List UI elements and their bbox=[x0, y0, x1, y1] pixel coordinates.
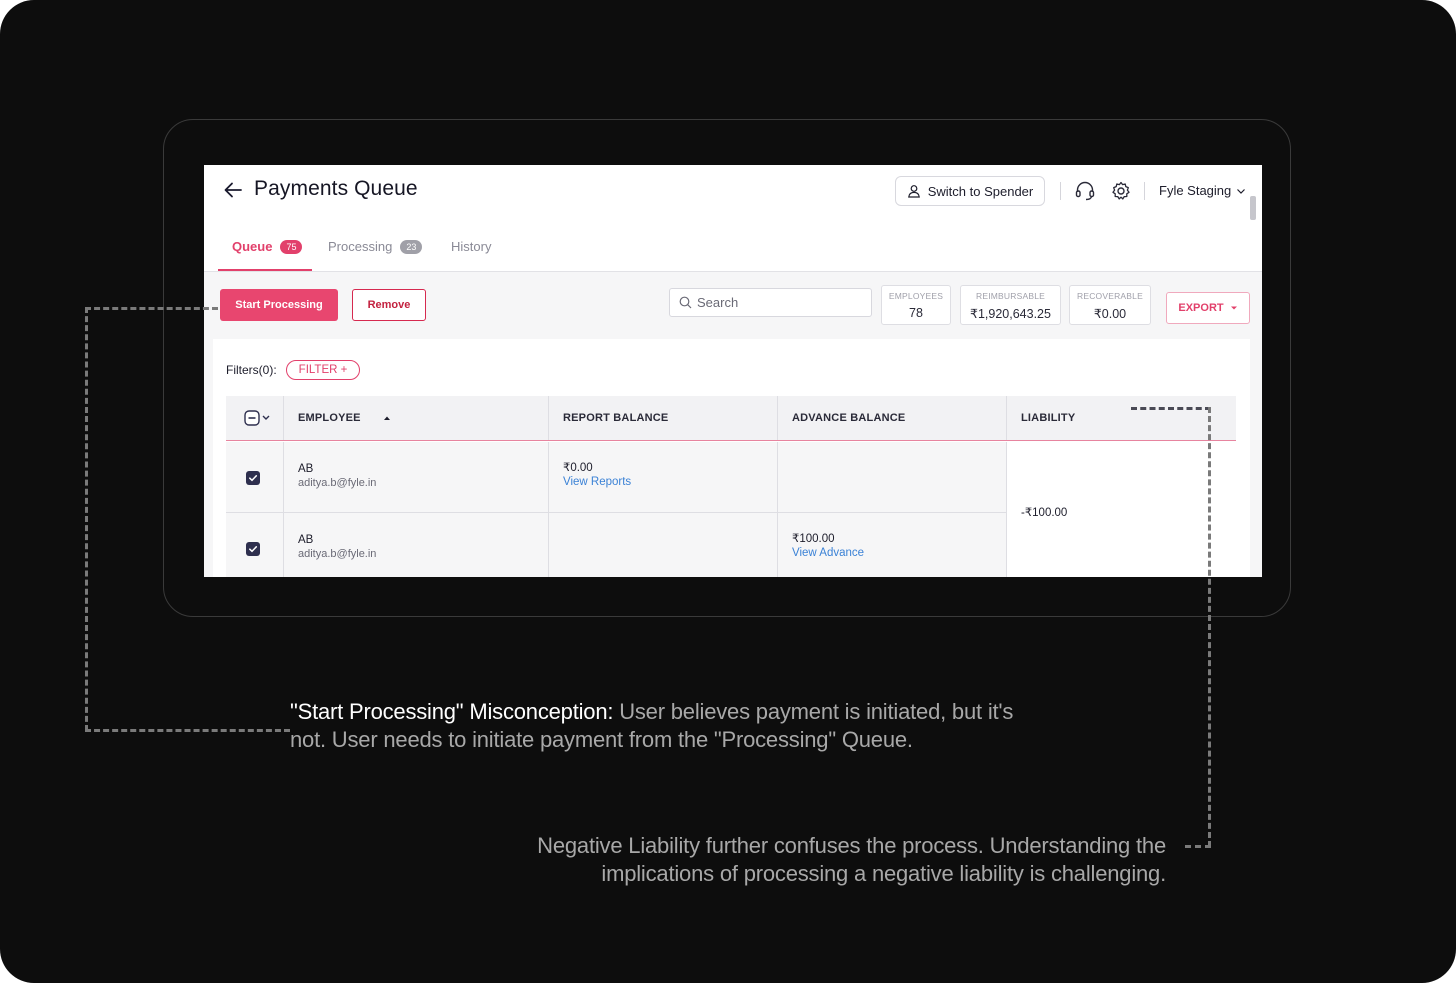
remove-button[interactable]: Remove bbox=[352, 289, 426, 321]
search-placeholder: Search bbox=[697, 295, 739, 310]
table-cell-advance-balance bbox=[778, 442, 1007, 513]
checkmark-icon bbox=[249, 546, 258, 553]
active-tab-indicator bbox=[218, 269, 312, 271]
page-title: Payments Queue bbox=[254, 177, 418, 200]
stat-reimbursable-label: REIMBURSABLE bbox=[975, 291, 1045, 301]
export-button[interactable]: EXPORT bbox=[1166, 292, 1250, 324]
switch-to-spender-label: Switch to Spender bbox=[927, 183, 1034, 199]
switch-to-spender-button[interactable]: Switch to Spender bbox=[895, 176, 1045, 206]
table-cell-employee: AB aditya.b@fyle.in bbox=[284, 513, 549, 577]
table-header: EMPLOYEE REPORT BALANCE ADVANCE BALANCE … bbox=[226, 396, 1236, 441]
tab-history[interactable]: History bbox=[451, 239, 491, 254]
report-balance-value: ₹0.00 bbox=[563, 462, 593, 474]
app-screen: Payments Queue Switch to Spender Fyle St… bbox=[204, 165, 1262, 577]
table-cell-report-balance: ₹0.00 View Reports bbox=[549, 442, 778, 513]
arrow-left-icon[interactable] bbox=[222, 179, 244, 201]
tab-processing-label: Processing bbox=[328, 239, 393, 254]
headset-support-icon[interactable] bbox=[1074, 180, 1096, 202]
tab-queue-label: Queue bbox=[232, 239, 273, 254]
filter-bar: Filters(0): FILTER + bbox=[226, 360, 361, 380]
select-all-cell[interactable] bbox=[226, 396, 284, 440]
stat-reimbursable: REIMBURSABLE ₹1,920,643.25 bbox=[960, 285, 1061, 325]
user-icon bbox=[907, 185, 920, 198]
employee-name: AB bbox=[298, 463, 314, 475]
stat-employees-value: 78 bbox=[909, 306, 923, 320]
filters-label: Filters(0): bbox=[226, 363, 277, 377]
row-checkbox[interactable] bbox=[246, 471, 260, 485]
connector-line bbox=[85, 307, 218, 310]
page-header: Payments Queue Switch to Spender Fyle St… bbox=[204, 165, 1262, 221]
connector-line bbox=[85, 729, 290, 732]
table-cell-report-balance bbox=[549, 513, 778, 577]
stat-recoverable: RECOVERABLE ₹0.00 bbox=[1069, 285, 1151, 325]
annotation-start-processing: "Start Processing" Misconception: User b… bbox=[290, 698, 1190, 754]
liability-value: -₹100.00 bbox=[1021, 507, 1068, 519]
tab-processing-count-badge: 23 bbox=[400, 239, 423, 254]
table-cell-liability: -₹100.00 bbox=[1007, 442, 1236, 577]
table-row-checkbox-cell bbox=[226, 513, 284, 577]
stat-recoverable-label: RECOVERABLE bbox=[1077, 291, 1143, 301]
annotation-negative-liability: Negative Liability further confuses the … bbox=[420, 832, 1166, 888]
connector-line bbox=[85, 307, 88, 731]
annotation-text: User believes payment is initiated, but … bbox=[613, 699, 1014, 724]
employee-email: aditya.b@fyle.in bbox=[298, 477, 377, 489]
employee-email: aditya.b@fyle.in bbox=[298, 548, 377, 560]
row-checkbox[interactable] bbox=[246, 542, 260, 556]
table-cell-employee: AB aditya.b@fyle.in bbox=[284, 442, 549, 513]
column-header-liability[interactable]: LIABILITY bbox=[1007, 396, 1236, 440]
annotation-text: implications of processing a negative li… bbox=[601, 861, 1166, 886]
org-switcher[interactable]: Fyle Staging bbox=[1159, 183, 1246, 198]
advance-balance-value: ₹100.00 bbox=[792, 533, 835, 545]
sort-ascending-icon[interactable] bbox=[383, 415, 391, 421]
queue-toolbar: Start Processing Remove Search EMPLOYEES… bbox=[204, 196, 1262, 577]
org-name: Fyle Staging bbox=[1159, 183, 1232, 198]
tab-queue-count-badge: 75 bbox=[280, 239, 303, 254]
stat-employees: EMPLOYEES 78 bbox=[881, 285, 951, 325]
presentation-canvas: Payments Queue Switch to Spender Fyle St… bbox=[0, 0, 1456, 983]
stat-recoverable-value: ₹0.00 bbox=[1093, 307, 1127, 321]
gear-settings-icon[interactable] bbox=[1110, 180, 1132, 202]
vertical-scrollbar[interactable] bbox=[1250, 196, 1256, 220]
tab-history-label: History bbox=[451, 239, 492, 254]
annotation-text: Negative Liability further confuses the … bbox=[537, 833, 1166, 858]
view-reports-link[interactable]: View Reports bbox=[563, 476, 631, 488]
search-input[interactable]: Search bbox=[669, 288, 872, 317]
stat-reimbursable-value: ₹1,920,643.25 bbox=[970, 307, 1051, 321]
employee-name: AB bbox=[298, 534, 314, 546]
annotation-text: not. User needs to initiate payment from… bbox=[290, 727, 913, 752]
column-header-employee[interactable]: EMPLOYEE bbox=[284, 396, 549, 440]
caret-down-icon bbox=[1230, 306, 1237, 310]
add-filter-button[interactable]: FILTER + bbox=[285, 360, 361, 380]
connector-line bbox=[1208, 407, 1211, 847]
stat-employees-label: EMPLOYEES bbox=[888, 291, 944, 301]
view-advance-link[interactable]: View Advance bbox=[792, 547, 864, 559]
column-header-advance-balance[interactable]: ADVANCE BALANCE bbox=[778, 396, 1007, 440]
column-header-report-balance[interactable]: REPORT BALANCE bbox=[549, 396, 778, 440]
column-header-employee-label: EMPLOYEE bbox=[298, 412, 361, 424]
tab-queue[interactable]: Queue 75 bbox=[232, 239, 303, 254]
queue-tabs: Queue 75 Processing 23 History bbox=[204, 233, 1262, 272]
table-panel: Filters(0): FILTER + EMPLOYEE REPORT BAL… bbox=[213, 339, 1250, 577]
checkmark-icon bbox=[249, 475, 258, 482]
table-cell-advance-balance: ₹100.00 View Advance bbox=[778, 513, 1007, 577]
select-all-checkbox[interactable] bbox=[244, 410, 272, 426]
header-divider bbox=[1060, 182, 1061, 200]
tab-processing[interactable]: Processing 23 bbox=[328, 239, 423, 254]
start-processing-button[interactable]: Start Processing bbox=[220, 289, 338, 321]
export-label: EXPORT bbox=[1178, 302, 1224, 314]
chevron-down-icon bbox=[1237, 188, 1246, 194]
connector-line bbox=[1185, 845, 1211, 848]
search-icon bbox=[679, 296, 692, 309]
table-row-checkbox-cell bbox=[226, 442, 284, 513]
connector-line bbox=[1131, 407, 1211, 410]
annotation-title: "Start Processing" Misconception: bbox=[290, 699, 614, 724]
header-divider bbox=[1144, 182, 1145, 200]
